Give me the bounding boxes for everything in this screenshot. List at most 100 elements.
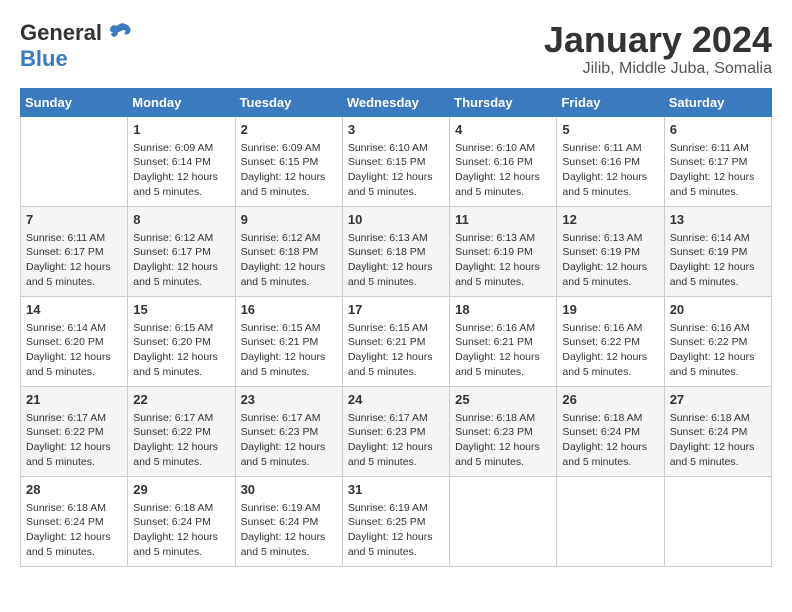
day-number: 27	[670, 391, 766, 409]
calendar-cell: 22 Sunrise: 6:17 AM Sunset: 6:22 PM Dayli…	[128, 386, 235, 476]
day-number: 23	[241, 391, 337, 409]
cell-info: Sunrise: 6:11 AM Sunset: 6:16 PM Dayligh…	[562, 142, 647, 198]
calendar-cell: 6 Sunrise: 6:11 AM Sunset: 6:17 PM Daylig…	[664, 116, 771, 206]
cell-info: Sunrise: 6:17 AM Sunset: 6:22 PM Dayligh…	[26, 412, 111, 468]
day-number: 16	[241, 301, 337, 319]
calendar-cell: 26Sunrise: 6:18 AM Sunset: 6:24 PM Dayli…	[557, 386, 664, 476]
cell-info: Sunrise: 6:17 AM Sunset: 6:23 PM Dayligh…	[241, 412, 326, 468]
cell-info: Sunrise: 6:17 AM Sunset: 6:23 PM Dayligh…	[348, 412, 433, 468]
cell-info: Sunrise: 6:12 AM Sunset: 6:18 PM Dayligh…	[241, 232, 326, 288]
calendar-week-row: 7Sunrise: 6:11 AM Sunset: 6:17 PM Daylig…	[21, 206, 772, 296]
calendar-cell: 8Sunrise: 6:12 AM Sunset: 6:17 PM Daylig…	[128, 206, 235, 296]
calendar-table: SundayMondayTuesdayWednesdayThursdayFrid…	[20, 88, 772, 567]
page-header: General Blue January 2024 Jilib, Middle …	[20, 20, 772, 78]
day-number: 7	[26, 211, 122, 229]
header-monday: Monday	[128, 88, 235, 116]
logo-text-blue: Blue	[20, 46, 134, 72]
calendar-header-row: SundayMondayTuesdayWednesdayThursdayFrid…	[21, 88, 772, 116]
calendar-cell: 29Sunrise: 6:18 AM Sunset: 6:24 PM Dayli…	[128, 476, 235, 566]
cell-info: Sunrise: 6:14 AM Sunset: 6:19 PM Dayligh…	[670, 232, 755, 288]
cell-info: Sunrise: 6:14 AM Sunset: 6:20 PM Dayligh…	[26, 322, 111, 378]
day-number: 4	[455, 121, 551, 139]
calendar-cell: 30 Sunrise: 6:19 AM Sunset: 6:24 PM Dayli…	[235, 476, 342, 566]
cell-info: Sunrise: 6:09 AM Sunset: 6:15 PM Dayligh…	[241, 142, 326, 198]
calendar-cell: 3 Sunrise: 6:10 AM Sunset: 6:15 PM Daylig…	[342, 116, 449, 206]
cell-info: Sunrise: 6:19 AM Sunset: 6:24 PM Dayligh…	[241, 502, 326, 558]
day-number: 8	[133, 211, 229, 229]
cell-info: Sunrise: 6:15 AM Sunset: 6:20 PM Dayligh…	[133, 322, 218, 378]
cell-info: Sunrise: 6:09 AM Sunset: 6:14 PM Dayligh…	[133, 142, 218, 198]
day-number: 22	[133, 391, 229, 409]
day-number: 24	[348, 391, 444, 409]
calendar-cell: 5 Sunrise: 6:11 AM Sunset: 6:16 PM Daylig…	[557, 116, 664, 206]
cell-info: Sunrise: 6:19 AM Sunset: 6:25 PM Dayligh…	[348, 502, 433, 558]
day-number: 17	[348, 301, 444, 319]
calendar-cell: 31Sunrise: 6:19 AM Sunset: 6:25 PM Dayli…	[342, 476, 449, 566]
header-wednesday: Wednesday	[342, 88, 449, 116]
cell-info: Sunrise: 6:16 AM Sunset: 6:22 PM Dayligh…	[670, 322, 755, 378]
day-number: 15	[133, 301, 229, 319]
calendar-subtitle: Jilib, Middle Juba, Somalia	[544, 60, 772, 78]
cell-info: Sunrise: 6:18 AM Sunset: 6:24 PM Dayligh…	[670, 412, 755, 468]
calendar-cell: 14 Sunrise: 6:14 AM Sunset: 6:20 PM Dayli…	[21, 296, 128, 386]
header-friday: Friday	[557, 88, 664, 116]
cell-info: Sunrise: 6:18 AM Sunset: 6:24 PM Dayligh…	[26, 502, 111, 558]
cell-info: Sunrise: 6:13 AM Sunset: 6:18 PM Dayligh…	[348, 232, 433, 288]
cell-info: Sunrise: 6:18 AM Sunset: 6:24 PM Dayligh…	[562, 412, 647, 468]
day-number: 6	[670, 121, 766, 139]
day-number: 11	[455, 211, 551, 229]
day-number: 14	[26, 301, 122, 319]
day-number: 5	[562, 121, 658, 139]
logo-bird-icon	[106, 22, 134, 44]
calendar-cell	[450, 476, 557, 566]
cell-info: Sunrise: 6:13 AM Sunset: 6:19 PM Dayligh…	[455, 232, 540, 288]
calendar-cell: 7Sunrise: 6:11 AM Sunset: 6:17 PM Daylig…	[21, 206, 128, 296]
cell-info: Sunrise: 6:17 AM Sunset: 6:22 PM Dayligh…	[133, 412, 218, 468]
day-number: 3	[348, 121, 444, 139]
day-number: 10	[348, 211, 444, 229]
calendar-title: January 2024	[544, 20, 772, 60]
cell-info: Sunrise: 6:11 AM Sunset: 6:17 PM Dayligh…	[670, 142, 755, 198]
day-number: 9	[241, 211, 337, 229]
day-number: 1	[133, 121, 229, 139]
calendar-cell	[664, 476, 771, 566]
calendar-cell: 23 Sunrise: 6:17 AM Sunset: 6:23 PM Dayli…	[235, 386, 342, 476]
day-number: 13	[670, 211, 766, 229]
calendar-cell: 1 Sunrise: 6:09 AM Sunset: 6:14 PM Daylig…	[128, 116, 235, 206]
day-number: 21	[26, 391, 122, 409]
calendar-cell: 9 Sunrise: 6:12 AM Sunset: 6:18 PM Daylig…	[235, 206, 342, 296]
cell-info: Sunrise: 6:15 AM Sunset: 6:21 PM Dayligh…	[241, 322, 326, 378]
cell-info: Sunrise: 6:10 AM Sunset: 6:15 PM Dayligh…	[348, 142, 433, 198]
day-number: 18	[455, 301, 551, 319]
cell-info: Sunrise: 6:10 AM Sunset: 6:16 PM Dayligh…	[455, 142, 540, 198]
calendar-cell: 27 Sunrise: 6:18 AM Sunset: 6:24 PM Dayli…	[664, 386, 771, 476]
logo-text-general: General	[20, 20, 102, 46]
calendar-cell: 16 Sunrise: 6:15 AM Sunset: 6:21 PM Dayli…	[235, 296, 342, 386]
day-number: 12	[562, 211, 658, 229]
day-number: 30	[241, 481, 337, 499]
header-sunday: Sunday	[21, 88, 128, 116]
title-block: January 2024 Jilib, Middle Juba, Somalia	[544, 20, 772, 78]
calendar-cell: 15 Sunrise: 6:15 AM Sunset: 6:20 PM Dayli…	[128, 296, 235, 386]
cell-info: Sunrise: 6:18 AM Sunset: 6:23 PM Dayligh…	[455, 412, 540, 468]
calendar-cell: 18 Sunrise: 6:16 AM Sunset: 6:21 PM Dayli…	[450, 296, 557, 386]
calendar-cell: 17 Sunrise: 6:15 AM Sunset: 6:21 PM Dayli…	[342, 296, 449, 386]
day-number: 29	[133, 481, 229, 499]
calendar-cell	[21, 116, 128, 206]
calendar-cell: 13 Sunrise: 6:14 AM Sunset: 6:19 PM Dayli…	[664, 206, 771, 296]
calendar-week-row: 21 Sunrise: 6:17 AM Sunset: 6:22 PM Dayli…	[21, 386, 772, 476]
header-thursday: Thursday	[450, 88, 557, 116]
day-number: 19	[562, 301, 658, 319]
calendar-week-row: 1 Sunrise: 6:09 AM Sunset: 6:14 PM Daylig…	[21, 116, 772, 206]
calendar-week-row: 28Sunrise: 6:18 AM Sunset: 6:24 PM Dayli…	[21, 476, 772, 566]
calendar-cell: 25Sunrise: 6:18 AM Sunset: 6:23 PM Dayli…	[450, 386, 557, 476]
calendar-cell: 10 Sunrise: 6:13 AM Sunset: 6:18 PM Dayli…	[342, 206, 449, 296]
cell-info: Sunrise: 6:15 AM Sunset: 6:21 PM Dayligh…	[348, 322, 433, 378]
calendar-cell: 4 Sunrise: 6:10 AM Sunset: 6:16 PM Daylig…	[450, 116, 557, 206]
header-tuesday: Tuesday	[235, 88, 342, 116]
calendar-cell: 11 Sunrise: 6:13 AM Sunset: 6:19 PM Dayli…	[450, 206, 557, 296]
day-number: 2	[241, 121, 337, 139]
cell-info: Sunrise: 6:16 AM Sunset: 6:21 PM Dayligh…	[455, 322, 540, 378]
logo: General Blue	[20, 20, 134, 72]
day-number: 20	[670, 301, 766, 319]
